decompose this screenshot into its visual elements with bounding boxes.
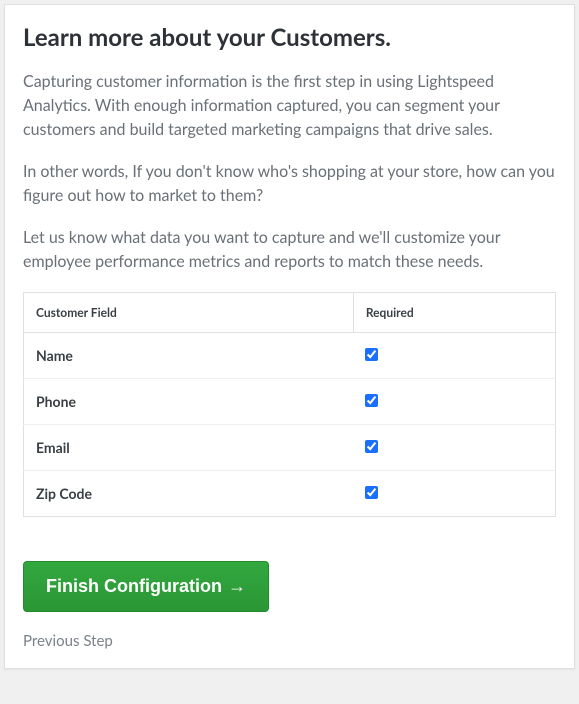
field-label: Name xyxy=(24,333,354,379)
page-title: Learn more about your Customers. xyxy=(23,23,556,52)
description-paragraph-2: In other words, If you don't know who's … xyxy=(23,160,556,208)
table-row: Zip Code xyxy=(24,471,556,517)
required-checkbox-name[interactable] xyxy=(365,348,378,361)
table-row: Phone xyxy=(24,379,556,425)
required-checkbox-email[interactable] xyxy=(365,440,378,453)
customer-fields-table: Customer Field Required Name Phone Email… xyxy=(23,292,556,517)
arrow-right-icon: → xyxy=(228,576,246,597)
config-card: Learn more about your Customers. Capturi… xyxy=(4,4,575,669)
field-label: Email xyxy=(24,425,354,471)
required-checkbox-phone[interactable] xyxy=(365,394,378,407)
finish-button-label: Finish Configuration xyxy=(46,576,222,597)
column-header-field: Customer Field xyxy=(24,293,354,333)
actions-area: Finish Configuration → Previous Step xyxy=(23,561,556,650)
field-label: Phone xyxy=(24,379,354,425)
field-label: Zip Code xyxy=(24,471,354,517)
table-row: Name xyxy=(24,333,556,379)
required-checkbox-zipcode[interactable] xyxy=(365,486,378,499)
column-header-required: Required xyxy=(353,293,555,333)
description-paragraph-1: Capturing customer information is the fi… xyxy=(23,70,556,142)
finish-configuration-button[interactable]: Finish Configuration → xyxy=(23,561,269,612)
previous-step-link[interactable]: Previous Step xyxy=(23,632,556,650)
description-paragraph-3: Let us know what data you want to captur… xyxy=(23,226,556,274)
table-row: Email xyxy=(24,425,556,471)
